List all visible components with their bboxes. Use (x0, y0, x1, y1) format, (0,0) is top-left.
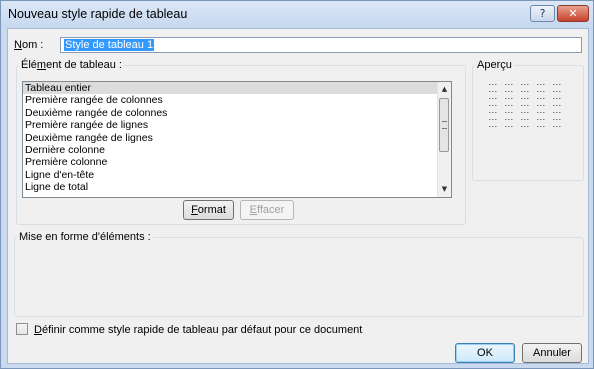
dialog-title: Nouveau style rapide de tableau (8, 7, 188, 21)
clear-mnemonic: E (249, 204, 258, 216)
preview-row (489, 123, 561, 130)
clear-button[interactable]: Effacer (240, 200, 294, 220)
list-item[interactable]: Tableau entier (23, 82, 451, 95)
preview-cell (489, 97, 497, 99)
preview-cell (537, 83, 545, 85)
dialog-window: Nouveau style rapide de tableau ? ✕ Nom … (0, 0, 594, 369)
preview-cell (521, 97, 529, 99)
preview-cell (537, 90, 545, 92)
preview-cell (553, 97, 561, 99)
help-button[interactable]: ? (530, 5, 555, 22)
grip-icon (442, 121, 447, 129)
preview-row (489, 116, 561, 123)
preview-cell (489, 104, 497, 106)
name-label-mnemonic: N (14, 39, 22, 51)
preview-area (472, 59, 582, 179)
list-item[interactable]: Première colonne (23, 156, 451, 168)
default-style-text: éfinir comme style rapide de tableau par… (41, 324, 363, 336)
list-item[interactable]: Première rangée de colonnes (23, 94, 451, 106)
preview-cell (537, 104, 545, 106)
preview-cell (521, 104, 529, 106)
preview-row (489, 102, 561, 109)
preview-cell (521, 90, 529, 92)
preview-table-grid (489, 81, 561, 130)
format-button[interactable]: Format (183, 200, 234, 220)
preview-cell (553, 111, 561, 113)
ok-button[interactable]: OK (455, 343, 515, 363)
list-item[interactable]: Dernière colonne (23, 144, 451, 156)
scroll-thumb[interactable] (439, 98, 449, 152)
list-item[interactable]: Ligne de total (23, 181, 451, 193)
preview-row (489, 81, 561, 88)
name-label-text: om : (21, 39, 44, 51)
preview-cell (505, 83, 513, 85)
preview-cell (553, 118, 561, 120)
preview-cell (537, 125, 545, 127)
preview-cell (489, 90, 497, 92)
element-legend-mnemonic: m (36, 59, 47, 71)
cancel-button[interactable]: Annuler (522, 343, 582, 363)
default-style-label[interactable]: Définir comme style rapide de tableau pa… (34, 324, 362, 336)
preview-cell (521, 111, 529, 113)
preview-cell (489, 125, 497, 127)
preview-cell (489, 111, 497, 113)
preview-cell (489, 83, 497, 85)
preview-cell (521, 83, 529, 85)
close-button[interactable]: ✕ (557, 5, 589, 22)
preview-cell (537, 111, 545, 113)
title-bar: Nouveau style rapide de tableau ? ✕ (1, 1, 593, 28)
element-group-legend: Élément de tableau : (19, 59, 124, 71)
element-listbox[interactable]: Tableau entier Première rangée de colonne… (22, 81, 452, 198)
name-input-value: Style de tableau 1 (64, 39, 155, 51)
list-item[interactable]: Deuxième rangée de lignes (23, 132, 451, 144)
name-input[interactable]: Style de tableau 1 (60, 37, 582, 53)
preview-row (489, 109, 561, 116)
format-mnemonic: F (191, 204, 198, 216)
preview-cell (521, 118, 529, 120)
name-label: Nom : (14, 39, 43, 51)
element-list: Tableau entier Première rangée de colonne… (23, 82, 451, 194)
preview-cell (537, 97, 545, 99)
scroll-up-arrow-icon[interactable]: ▲ (438, 83, 451, 96)
formatting-group: Mise en forme d'éléments : (14, 231, 584, 317)
formatting-legend: Mise en forme d'éléments : (19, 231, 151, 243)
preview-cell (489, 118, 497, 120)
default-style-checkbox[interactable] (16, 323, 28, 335)
preview-cell (553, 125, 561, 127)
preview-cell (505, 104, 513, 106)
preview-cell (553, 83, 561, 85)
preview-cell (505, 111, 513, 113)
preview-cell (537, 118, 545, 120)
preview-cell (505, 90, 513, 92)
preview-cell (553, 90, 561, 92)
element-legend-pre: Élé (21, 59, 37, 71)
clear-label: ffacer (257, 204, 285, 216)
preview-cell (553, 104, 561, 106)
dialog-body: Nom : Style de tableau 1 Élément de tabl… (7, 28, 589, 364)
scroll-down-arrow-icon[interactable]: ▼ (438, 183, 451, 196)
vertical-scrollbar[interactable]: ▲ ▼ (437, 82, 451, 197)
list-item[interactable]: Deuxième rangée de colonnes (23, 107, 451, 119)
default-style-mnemonic: D (34, 324, 42, 336)
preview-cell (505, 118, 513, 120)
preview-cell (521, 125, 529, 127)
preview-cell (505, 125, 513, 127)
format-label: ormat (197, 204, 226, 216)
element-legend-post: ent de tableau : (46, 59, 122, 71)
list-item[interactable]: Ligne d'en-tête (23, 169, 451, 181)
preview-row (489, 95, 561, 102)
preview-row (489, 88, 561, 95)
preview-cell (505, 97, 513, 99)
list-item[interactable]: Première rangée de lignes (23, 119, 451, 131)
